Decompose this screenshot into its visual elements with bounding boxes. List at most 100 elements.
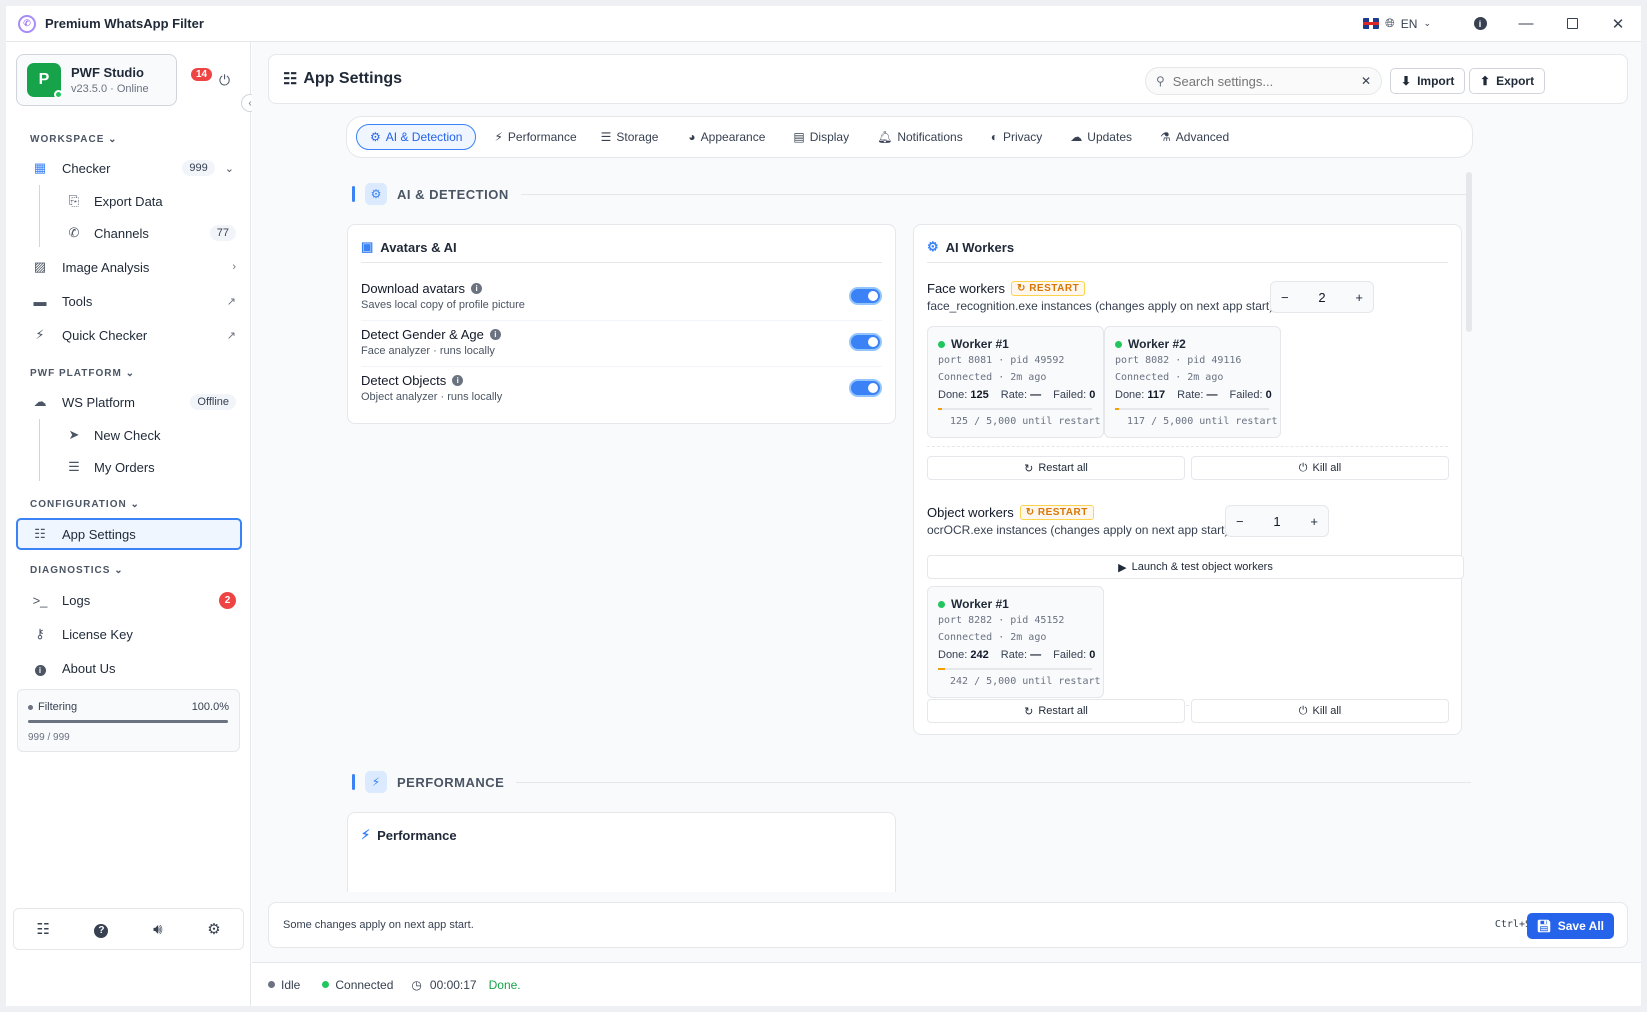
language-selector[interactable]: 🌐︎ EN ⌄ (1363, 16, 1431, 31)
tab-storage[interactable]: ☰ Storage (589, 125, 671, 149)
sound-button[interactable]: 🔊︎ (153, 921, 162, 938)
sidebar-item-about-us[interactable]: i About Us (16, 652, 242, 684)
object-workers-count[interactable]: 1 (1273, 514, 1280, 529)
status-dot (938, 340, 945, 348)
card-title: ⚙︎ AI Workers (927, 239, 1015, 255)
section-header-ai: ⚙︎ AI & DETECTION (352, 182, 1471, 206)
object-workers-stepper[interactable]: − 1 + (1225, 505, 1329, 537)
sidebar-item-tools[interactable]: ▬ Tools ↗ (16, 285, 242, 317)
bell-icon: 🔔︎ (877, 130, 893, 144)
sidebar-item-logs[interactable]: >_ Logs 2 (16, 584, 242, 616)
save-all-button[interactable]: 💾︎ Save All (1526, 913, 1614, 939)
info-icon: i (1473, 17, 1487, 30)
sidebar-item-new-check[interactable]: ➤ New Check (16, 419, 242, 451)
whatsapp-icon: ✆ (68, 225, 80, 240)
status-timer: ◷ 00:00:17 (411, 977, 477, 992)
export-button[interactable]: ⬆ Export (1469, 68, 1546, 94)
cloud-icon: ☁︎ (33, 394, 47, 409)
sidebar-item-export-data[interactable]: ⎘ Export Data (16, 185, 242, 217)
chevron-down-icon: ⌄ (1423, 18, 1431, 28)
increment-button[interactable]: + (1355, 290, 1363, 305)
info-icon[interactable]: i (489, 329, 501, 340)
import-button[interactable]: ⬇ Import (1390, 68, 1466, 94)
section-diagnostics[interactable]: DIAGNOSTICS ⌄ (30, 565, 124, 576)
minimize-button[interactable]: — (1503, 6, 1549, 42)
search-box[interactable]: ⚲ ✕ (1145, 67, 1382, 95)
tab-performance[interactable]: ⚡︎ Performance (482, 125, 588, 149)
face-restart-all-button[interactable]: ↻ Restart all (927, 456, 1185, 480)
tab-advanced[interactable]: ⚗︎ Advanced (1148, 125, 1241, 149)
object-kill-all-button[interactable]: ⏻ Kill all (1191, 699, 1449, 723)
face-workers-stepper[interactable]: − 2 + (1270, 281, 1374, 313)
settings-gear-button[interactable]: ⚙︎ (207, 920, 220, 938)
tab-privacy[interactable]: ◐ Privacy (979, 125, 1055, 149)
table-icon: ▤ (793, 130, 805, 144)
detect-gender-age-toggle[interactable] (849, 333, 882, 351)
section-workspace[interactable]: WORKSPACE ⌄ (30, 134, 118, 145)
external-link-icon: ↗ (226, 295, 236, 308)
filtering-progress: Filtering 100.0% 999 / 999 (17, 689, 240, 752)
decrement-button[interactable]: − (1281, 290, 1289, 305)
tab-updates[interactable]: ☁︎ Updates (1058, 125, 1144, 149)
logs-count: 2 (219, 591, 236, 609)
sidebar-item-label: Tools (62, 293, 93, 309)
clear-search-icon[interactable]: ✕ (1361, 74, 1371, 88)
close-button[interactable]: ✕ (1595, 6, 1641, 42)
status-dot (938, 600, 945, 608)
sidebar-item-label: WS Platform (62, 394, 135, 410)
launch-test-object-workers-button[interactable]: ▶ Launch & test object workers (927, 555, 1464, 579)
info-button[interactable]: i (1457, 6, 1503, 42)
section-pwf-platform[interactable]: PWF PLATFORM ⌄ (30, 368, 135, 379)
object-workers-title: Object workers ↻ RESTART (927, 505, 1094, 520)
sidebar-item-label: App Settings (62, 526, 136, 542)
search-input[interactable] (1172, 73, 1343, 89)
download-avatars-toggle[interactable] (849, 287, 882, 305)
power-icon[interactable]: ⏻ (219, 72, 230, 89)
sidebar-item-app-settings[interactable]: ☷ App Settings (16, 518, 242, 550)
decrement-button[interactable]: − (1236, 514, 1244, 529)
sidebar-item-channels[interactable]: ✆ Channels 77 (16, 217, 242, 249)
object-workers-desc: ocrOCR.exe instances (changes apply on n… (927, 523, 1229, 537)
profile-card[interactable]: P PWF Studio v23.5.0 · Online (16, 54, 177, 106)
info-icon[interactable]: i (471, 283, 483, 294)
sidebar-item-my-orders[interactable]: ☰ My Orders (16, 451, 242, 483)
tab-notifications[interactable]: 🔔︎ Notifications (865, 125, 975, 149)
status-connection: Connected (322, 978, 393, 992)
grid-icon: ▦ (33, 160, 47, 175)
filtering-count: 999 / 999 (28, 732, 70, 743)
worker-state: Connected · 2m ago (938, 632, 1047, 643)
sidebar-item-checker[interactable]: ▦ Checker 999 ⌄ (16, 152, 242, 184)
tab-ai-detection[interactable]: ⚙︎ AI & Detection (356, 124, 477, 150)
sidebar-item-quick-checker[interactable]: ⚡︎ Quick Checker ↗ (16, 319, 242, 351)
worker-name: Worker #1 (951, 597, 1009, 611)
tab-appearance[interactable]: ◕ Appearance (676, 125, 777, 149)
notification-badge[interactable]: 14 (191, 68, 213, 81)
chip-icon: ⚙︎ (370, 130, 381, 144)
worker-until-restart: 242 / 5,000 until restart (950, 676, 1101, 687)
lightning-icon: ⚡︎ (365, 771, 387, 793)
filtering-bar (28, 720, 228, 723)
help-button[interactable]: ? (94, 920, 109, 938)
sidebar-item-ws-platform[interactable]: ☁︎ WS Platform Offline (16, 386, 242, 418)
ws-platform-status: Offline (190, 394, 236, 410)
face-workers-count[interactable]: 2 (1318, 290, 1325, 305)
maximize-button[interactable] (1549, 6, 1595, 42)
setting-download-avatars: Download avatars i (361, 281, 483, 296)
filtering-label: Filtering (38, 701, 78, 713)
sidebar-item-license-key[interactable]: ⚷ License Key (16, 618, 242, 650)
cloud-icon: ☁︎ (1070, 130, 1083, 144)
face-kill-all-button[interactable]: ⏻ Kill all (1191, 456, 1449, 480)
worker-port: port 8082 · pid 49116 (1115, 355, 1242, 366)
info-icon[interactable]: i (452, 375, 464, 386)
refresh-icon: ↻ (1024, 705, 1034, 718)
sidebar-item-label: Export Data (94, 193, 163, 209)
worker-name: Worker #2 (1128, 337, 1186, 351)
object-restart-all-button[interactable]: ↻ Restart all (927, 699, 1185, 723)
increment-button[interactable]: + (1310, 514, 1318, 529)
sliders-button[interactable]: ☷ (36, 920, 49, 938)
section-configuration[interactable]: CONFIGURATION ⌄ (30, 499, 140, 510)
detect-objects-toggle[interactable] (849, 379, 882, 397)
play-icon: ▶ (1118, 561, 1127, 574)
tab-display[interactable]: ▤ Display (781, 125, 861, 149)
sidebar-item-image-analysis[interactable]: ▨ Image Analysis › (16, 251, 242, 283)
